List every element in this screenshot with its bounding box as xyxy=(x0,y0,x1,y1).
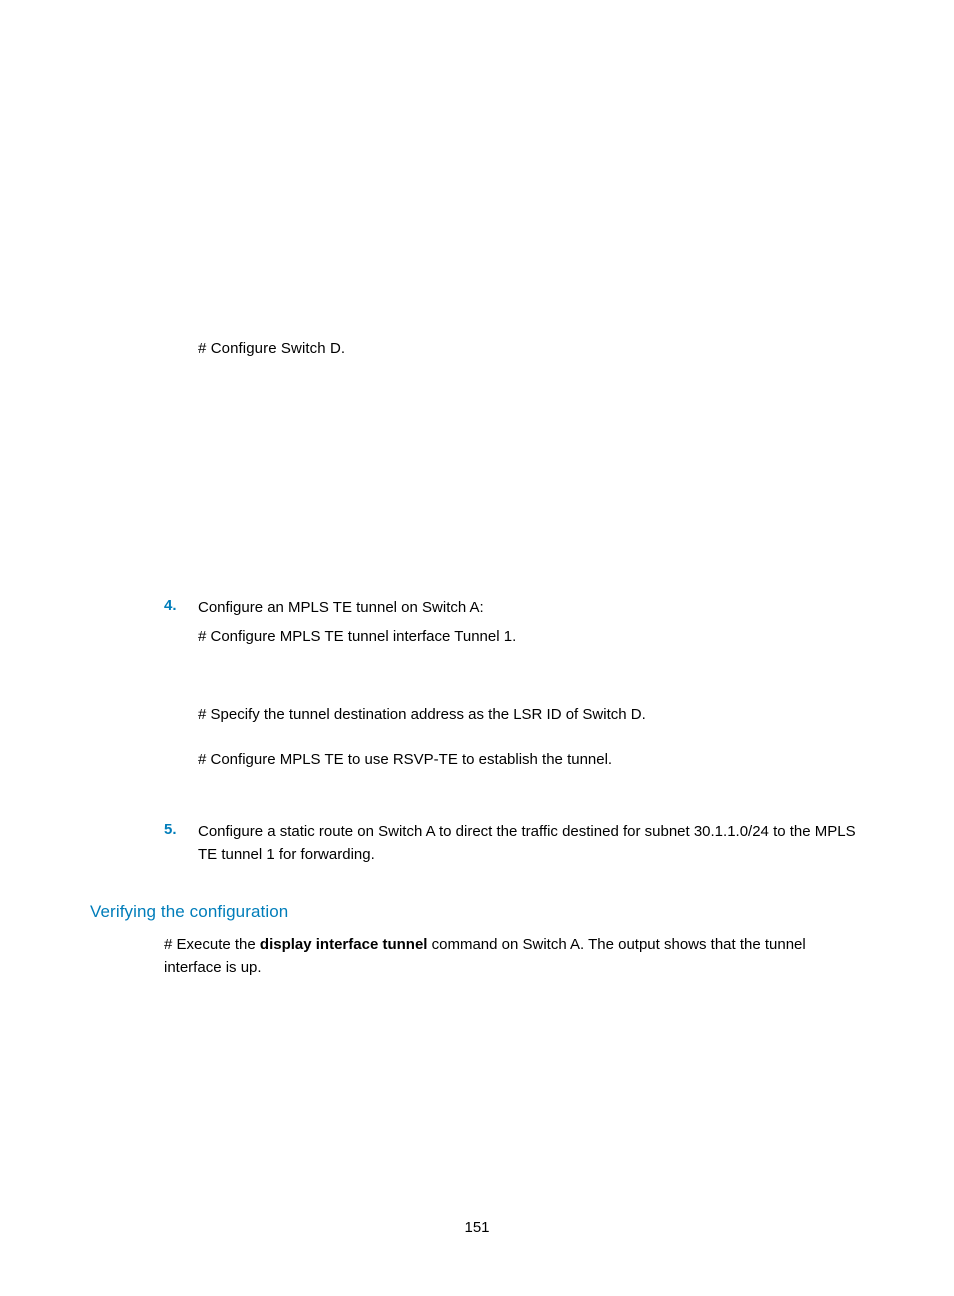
list-content: Configure a static route on Switch A to … xyxy=(198,821,864,866)
section-body: # Execute the display interface tunnel c… xyxy=(164,934,864,979)
list-number: 5. xyxy=(164,821,198,866)
step-line: # Specify the tunnel destination address… xyxy=(198,704,646,727)
page-number: 151 xyxy=(0,1219,954,1236)
heading-text: Verifying the configuration xyxy=(90,902,288,921)
section-heading-verifying: Verifying the configuration xyxy=(90,902,864,922)
text-line: # Configure Switch D. xyxy=(198,340,345,357)
list-item-4: 4. Configure an MPLS TE tunnel on Switch… xyxy=(164,597,864,771)
body-bold-command: display interface tunnel xyxy=(260,936,428,953)
paragraph-configure-switch-d: # Configure Switch D. xyxy=(198,338,864,359)
body-pre: # Execute the xyxy=(164,936,260,953)
step-line: # Configure MPLS TE to use RSVP-TE to es… xyxy=(198,749,646,772)
step-text: Configure a static route on Switch A to … xyxy=(198,823,856,863)
document-page: # Configure Switch D. 4. Configure an MP… xyxy=(0,0,954,979)
list-item-5: 5. Configure a static route on Switch A … xyxy=(164,821,864,866)
step-line: # Configure MPLS TE tunnel interface Tun… xyxy=(198,626,646,649)
list-number: 4. xyxy=(164,597,198,771)
step-title: Configure an MPLS TE tunnel on Switch A: xyxy=(198,597,646,620)
list-content: Configure an MPLS TE tunnel on Switch A:… xyxy=(198,597,646,771)
